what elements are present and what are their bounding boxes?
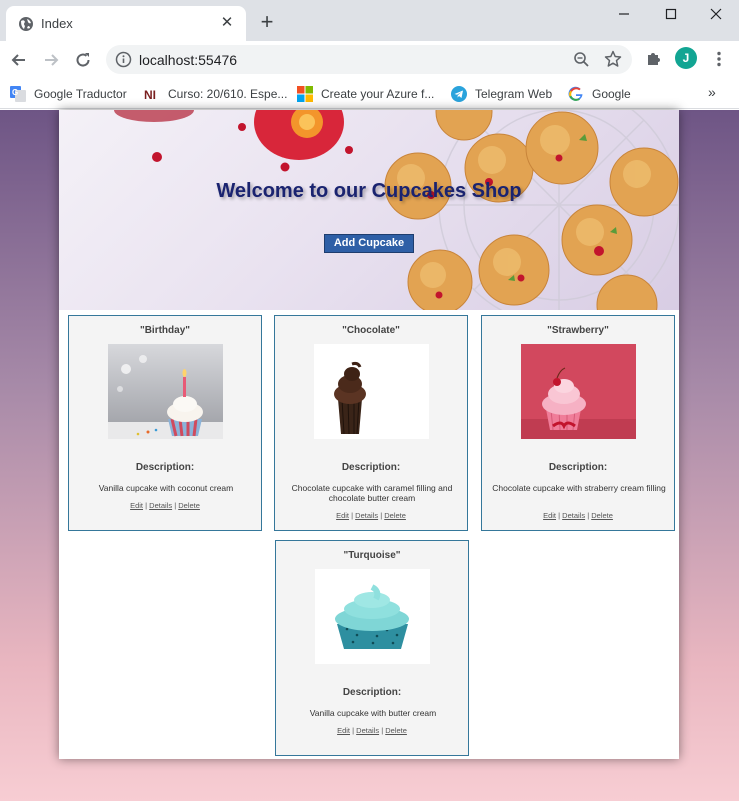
link-separator: | xyxy=(174,501,177,510)
delete-link[interactable]: Delete xyxy=(384,511,406,520)
link-separator: | xyxy=(558,511,561,520)
google-icon xyxy=(568,86,583,101)
page-container: Welcome to our Cupcakes Shop Add Cupcake… xyxy=(59,110,679,759)
hero-banner: Welcome to our Cupcakes Shop Add Cupcake xyxy=(59,110,679,310)
cupcake-card: "Strawberry" Description: Chocolate cupc… xyxy=(481,315,675,531)
cupcake-name: "Turquoise" xyxy=(343,550,401,561)
card-actions: Edit | Details | Delete xyxy=(69,501,261,510)
description-label: Description: xyxy=(548,462,608,473)
telegram-icon xyxy=(451,86,467,102)
link-separator: | xyxy=(380,511,383,520)
cupcake-card: "Birthday" Description: Vanilla cupcake … xyxy=(68,315,262,531)
address-bar[interactable]: localhost:55476 xyxy=(106,45,632,74)
birthday-cupcake-image xyxy=(108,344,223,439)
details-link[interactable]: Details xyxy=(355,511,378,520)
description-label: Description: xyxy=(135,462,195,473)
link-separator: | xyxy=(587,511,590,520)
bookmark-azure[interactable]: Create your Azure f... xyxy=(297,84,434,104)
microsoft-icon xyxy=(297,86,313,102)
card-actions: Edit | Details | Delete xyxy=(276,726,468,735)
browser-toolbar: localhost:55476 xyxy=(0,41,739,79)
cupcake-card: "Chocolate" Description: Chocolate cupca… xyxy=(274,315,468,531)
profile-avatar[interactable]: J xyxy=(675,47,697,69)
cupcake-card: "Turquoise" Description: Vanilla cupcake… xyxy=(275,540,469,756)
maximize-icon[interactable] xyxy=(648,0,694,28)
link-separator: | xyxy=(381,726,384,735)
back-arrow-icon[interactable] xyxy=(9,50,29,70)
link-separator: | xyxy=(145,501,148,510)
cupcake-name: "Chocolate" xyxy=(342,325,400,336)
description-label: Description: xyxy=(342,687,402,698)
details-link[interactable]: Details xyxy=(356,726,379,735)
window-close-icon[interactable] xyxy=(693,0,739,28)
link-separator: | xyxy=(351,511,354,520)
more-bookmarks-icon[interactable]: » xyxy=(708,84,716,100)
page-background: Welcome to our Cupcakes Shop Add Cupcake… xyxy=(0,110,739,801)
info-icon[interactable] xyxy=(115,51,132,68)
ni-icon: NI xyxy=(144,88,156,102)
zoom-icon[interactable] xyxy=(573,51,590,68)
new-tab-icon[interactable]: + xyxy=(257,11,277,33)
turquoise-cupcake-image xyxy=(315,569,430,664)
svg-text:G: G xyxy=(12,88,18,97)
globe-icon xyxy=(19,17,33,31)
cupcake-description: Vanilla cupcake with butter cream xyxy=(309,708,437,718)
card-actions: Edit | Details | Delete xyxy=(275,511,467,520)
chocolate-cupcake-image xyxy=(314,344,429,439)
reload-icon[interactable] xyxy=(73,50,93,70)
bookmark-google[interactable]: Google xyxy=(568,84,631,104)
edit-link[interactable]: Edit xyxy=(337,726,350,735)
browser-tabstrip: Index ✕ + xyxy=(0,0,739,41)
details-link[interactable]: Details xyxy=(562,511,585,520)
google-translate-icon: G xyxy=(10,86,26,102)
delete-link[interactable]: Delete xyxy=(591,511,613,520)
cupcake-description: Vanilla cupcake with coconut cream xyxy=(98,483,234,493)
link-separator: | xyxy=(352,726,355,735)
card-actions: Edit | Details | Delete xyxy=(482,511,674,520)
bookmark-google-traductor[interactable]: G Google Traductor xyxy=(10,84,127,104)
add-cupcake-button[interactable]: Add Cupcake xyxy=(324,234,414,253)
bookmark-star-icon[interactable] xyxy=(604,50,622,68)
bookmark-label: Create your Azure f... xyxy=(321,87,435,101)
strawberry-cupcake-image xyxy=(521,344,636,439)
description-label: Description: xyxy=(341,462,401,473)
bookmark-curso[interactable]: NI Curso: 20/610. Espe... xyxy=(144,84,287,104)
bookmark-label: Google Traductor xyxy=(34,87,127,101)
url-text[interactable]: localhost:55476 xyxy=(139,52,237,68)
edit-link[interactable]: Edit xyxy=(543,511,556,520)
forward-arrow-icon[interactable] xyxy=(41,50,61,70)
extensions-puzzle-icon[interactable] xyxy=(645,50,663,68)
delete-link[interactable]: Delete xyxy=(178,501,200,510)
svg-text:NI: NI xyxy=(144,88,156,102)
tab-title: Index xyxy=(41,16,73,31)
bookmark-label: Google xyxy=(592,87,631,101)
delete-link[interactable]: Delete xyxy=(385,726,407,735)
details-link[interactable]: Details xyxy=(149,501,172,510)
page-title: Welcome to our Cupcakes Shop xyxy=(216,180,522,202)
bookmark-telegram[interactable]: Telegram Web xyxy=(451,84,552,104)
bookmark-label: Curso: 20/610. Espe... xyxy=(168,87,288,101)
hero-background-image xyxy=(114,110,679,310)
minimize-icon[interactable] xyxy=(601,0,647,28)
browser-tab[interactable]: Index ✕ xyxy=(6,6,246,41)
bookmark-label: Telegram Web xyxy=(475,87,553,101)
bookmarks-bar: G Google Traductor NI Curso: 20/610. Esp… xyxy=(0,79,739,109)
cupcake-name: "Strawberry" xyxy=(547,325,609,336)
close-icon[interactable]: ✕ xyxy=(218,14,236,32)
cupcake-name: "Birthday" xyxy=(139,325,191,336)
edit-link[interactable]: Edit xyxy=(130,501,143,510)
kebab-menu-icon[interactable] xyxy=(710,50,728,68)
cupcake-description: Chocolate cupcake with straberry cream f… xyxy=(492,483,666,493)
cupcake-description: Chocolate cupcake with caramel filling a… xyxy=(291,483,453,503)
edit-link[interactable]: Edit xyxy=(336,511,349,520)
